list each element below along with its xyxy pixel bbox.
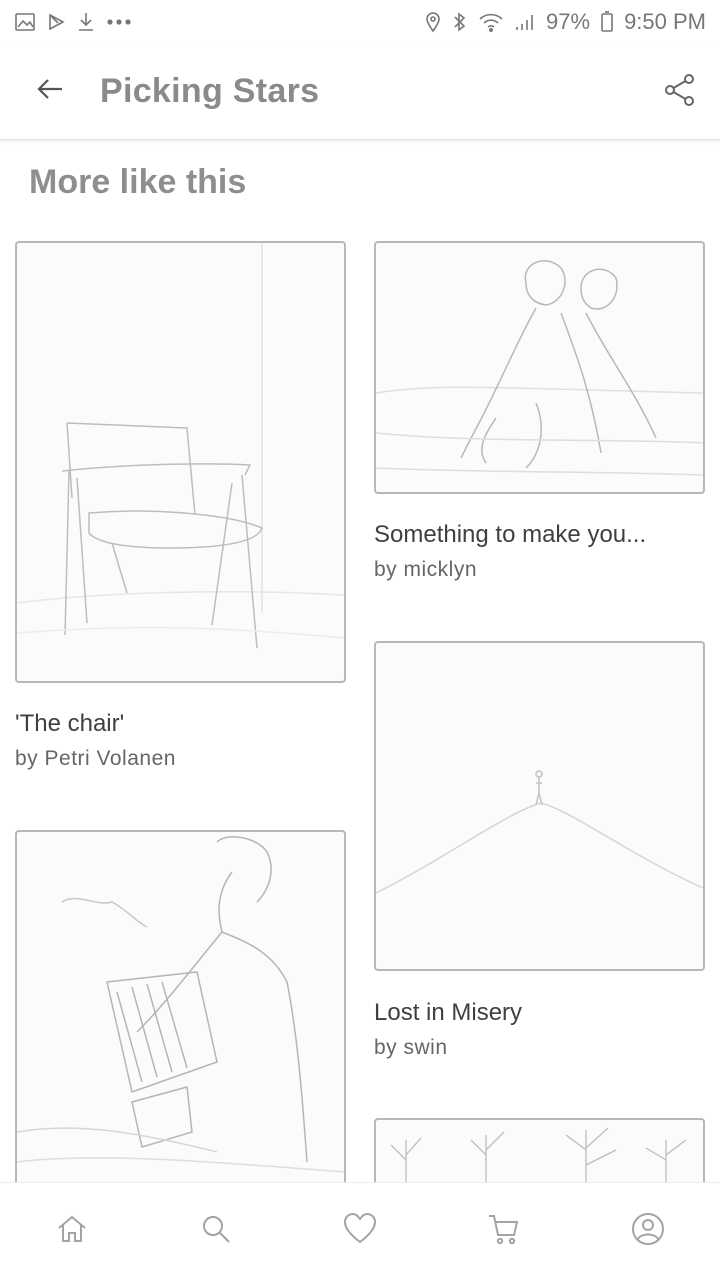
battery-percent: 97%	[546, 9, 591, 34]
nav-profile[interactable]	[608, 1192, 688, 1272]
status-bar: 97% 9:50 PM	[0, 0, 720, 44]
status-bar-left	[14, 11, 132, 33]
app-bar: Picking Stars	[0, 44, 720, 140]
artwork-thumbnail[interactable]	[374, 241, 705, 494]
nav-favorites[interactable]	[320, 1192, 400, 1272]
play-store-icon	[46, 12, 66, 32]
status-bar-right: 97% 9:50 PM	[424, 9, 706, 35]
signal-icon	[514, 11, 536, 33]
bottom-navigation	[0, 1182, 720, 1280]
search-icon	[199, 1212, 233, 1251]
home-icon	[55, 1212, 89, 1251]
artwork-thumbnail[interactable]	[374, 641, 705, 971]
cart-icon	[486, 1211, 522, 1252]
location-icon	[424, 11, 442, 33]
nav-cart[interactable]	[464, 1192, 544, 1272]
bluetooth-icon	[452, 11, 468, 33]
artwork-author[interactable]: by micklyn	[374, 558, 477, 582]
artwork-thumbnail[interactable]	[15, 830, 346, 1190]
wifi-icon	[478, 11, 504, 33]
artwork-thumbnail[interactable]	[15, 241, 346, 683]
download-icon	[76, 11, 96, 33]
artwork-title[interactable]: Lost in Misery	[374, 999, 522, 1027]
battery-icon	[600, 11, 614, 33]
nav-home[interactable]	[32, 1192, 112, 1272]
artwork-title[interactable]: Something to make you...	[374, 521, 646, 549]
artwork-title[interactable]: 'The chair'	[15, 710, 124, 738]
heart-icon	[342, 1212, 378, 1251]
gallery-icon	[14, 12, 36, 32]
share-button[interactable]	[654, 66, 706, 118]
nav-search[interactable]	[176, 1192, 256, 1272]
arrow-left-icon	[34, 73, 66, 110]
back-button[interactable]	[0, 44, 100, 140]
artwork-author[interactable]: by Petri Volanen	[15, 747, 176, 771]
profile-icon	[630, 1211, 666, 1252]
share-icon	[662, 72, 698, 113]
page-title: Picking Stars	[100, 72, 320, 110]
artwork-author[interactable]: by swin	[374, 1036, 448, 1060]
clock: 9:50 PM	[624, 9, 706, 34]
section-title: More like this	[29, 163, 247, 201]
more-dots-icon	[106, 17, 132, 27]
